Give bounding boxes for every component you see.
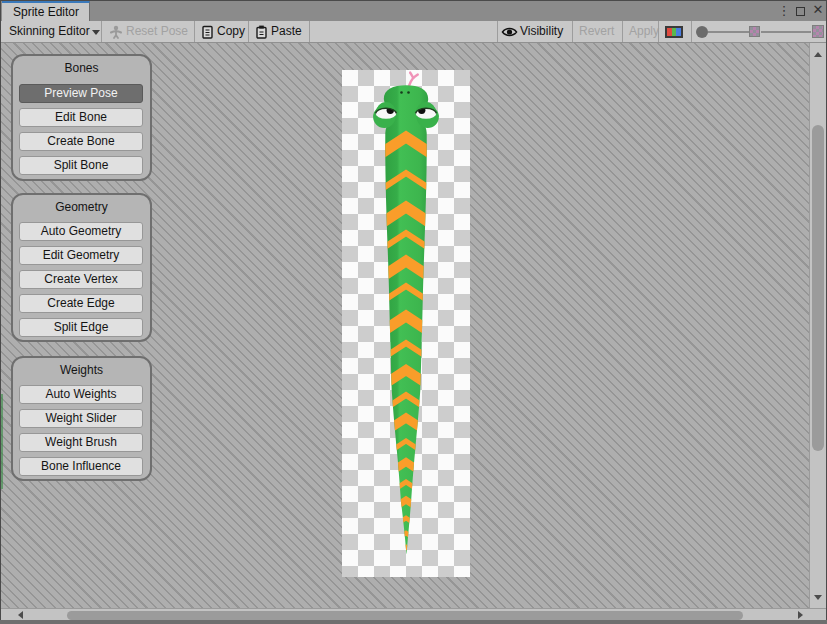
create-bone-button[interactable]: Create Bone (19, 132, 143, 151)
vertical-scrollbar[interactable] (809, 43, 826, 608)
edit-geometry-button[interactable]: Edit Geometry (19, 246, 143, 265)
revert-button[interactable]: Revert (579, 21, 614, 42)
edit-bone-button[interactable]: Edit Bone (19, 108, 143, 127)
scroll-down-icon[interactable] (814, 595, 822, 600)
apply-button[interactable]: Apply (629, 21, 659, 42)
bone-opacity-swatch[interactable] (749, 26, 760, 37)
auto-geometry-button[interactable]: Auto Geometry (19, 222, 143, 241)
copy-button[interactable]: Copy (217, 21, 245, 42)
mesh-opacity-swatch[interactable] (812, 25, 824, 38)
scroll-up-icon[interactable] (814, 52, 822, 57)
rgb-toggle-button[interactable] (665, 26, 683, 38)
horizontal-scrollbar-thumb[interactable] (67, 611, 743, 620)
scroll-left-icon[interactable] (18, 611, 23, 619)
paste-icon (255, 25, 268, 39)
window-bottom-edge (0, 620, 827, 624)
copy-icon (201, 25, 214, 39)
panel-geometry: Geometry Auto Geometry Edit Geometry Cre… (11, 193, 152, 342)
opacity-slider-track[interactable] (708, 31, 749, 33)
snake-tongue (409, 73, 418, 87)
panel-weights: Weights Auto Weights Weight Slider Weigh… (11, 356, 152, 481)
sprite-editor-window: Sprite Editor ⋮ ✕ Skinning Editor Reset … (0, 0, 827, 624)
horizontal-scrollbar[interactable] (1, 608, 826, 620)
reset-pose-icon (109, 25, 123, 39)
weight-brush-button[interactable]: Weight Brush (19, 433, 143, 452)
paste-button[interactable]: Paste (271, 21, 302, 42)
bone-influence-button[interactable]: Bone Influence (19, 457, 143, 476)
scroll-right-icon[interactable] (798, 611, 803, 619)
panel-title: Bones (13, 61, 150, 75)
split-bone-button[interactable]: Split Bone (19, 156, 143, 175)
weight-slider-button[interactable]: Weight Slider (19, 409, 143, 428)
close-icon[interactable]: ✕ (810, 2, 826, 18)
maximize-icon[interactable] (796, 7, 805, 16)
vertical-scrollbar-thumb[interactable] (812, 125, 824, 451)
tab-bar: Sprite Editor ⋮ ✕ (1, 1, 826, 21)
tab-title: Sprite Editor (13, 5, 79, 19)
tab-sprite-editor[interactable]: Sprite Editor (2, 1, 90, 21)
edge-artifact (1, 394, 3, 489)
preview-pose-button[interactable]: Preview Pose (19, 84, 143, 103)
window-menu-icon[interactable]: ⋮ (776, 3, 792, 19)
opacity-slider-handle[interactable] (696, 26, 708, 38)
panel-title: Weights (13, 363, 150, 377)
auto-weights-button[interactable]: Auto Weights (19, 385, 143, 404)
create-edge-button[interactable]: Create Edge (19, 294, 143, 313)
snake-sprite (342, 70, 470, 577)
visibility-icon (501, 26, 518, 38)
reset-pose-button[interactable]: Reset Pose (126, 21, 188, 42)
panel-bones: Bones Preview Pose Edit Bone Create Bone… (11, 54, 152, 181)
panel-title: Geometry (13, 200, 150, 214)
split-edge-button[interactable]: Split Edge (19, 318, 143, 337)
visibility-button[interactable]: Visibility (520, 21, 563, 42)
sprite-view[interactable] (342, 70, 470, 577)
create-vertex-button[interactable]: Create Vertex (19, 270, 143, 289)
toolbar: Skinning Editor Reset Pose Copy Paste Vi… (1, 21, 826, 43)
skinning-editor-dropdown[interactable]: Skinning Editor (9, 21, 90, 42)
chevron-down-icon (92, 30, 100, 35)
opacity-slider-track2[interactable] (761, 31, 811, 33)
